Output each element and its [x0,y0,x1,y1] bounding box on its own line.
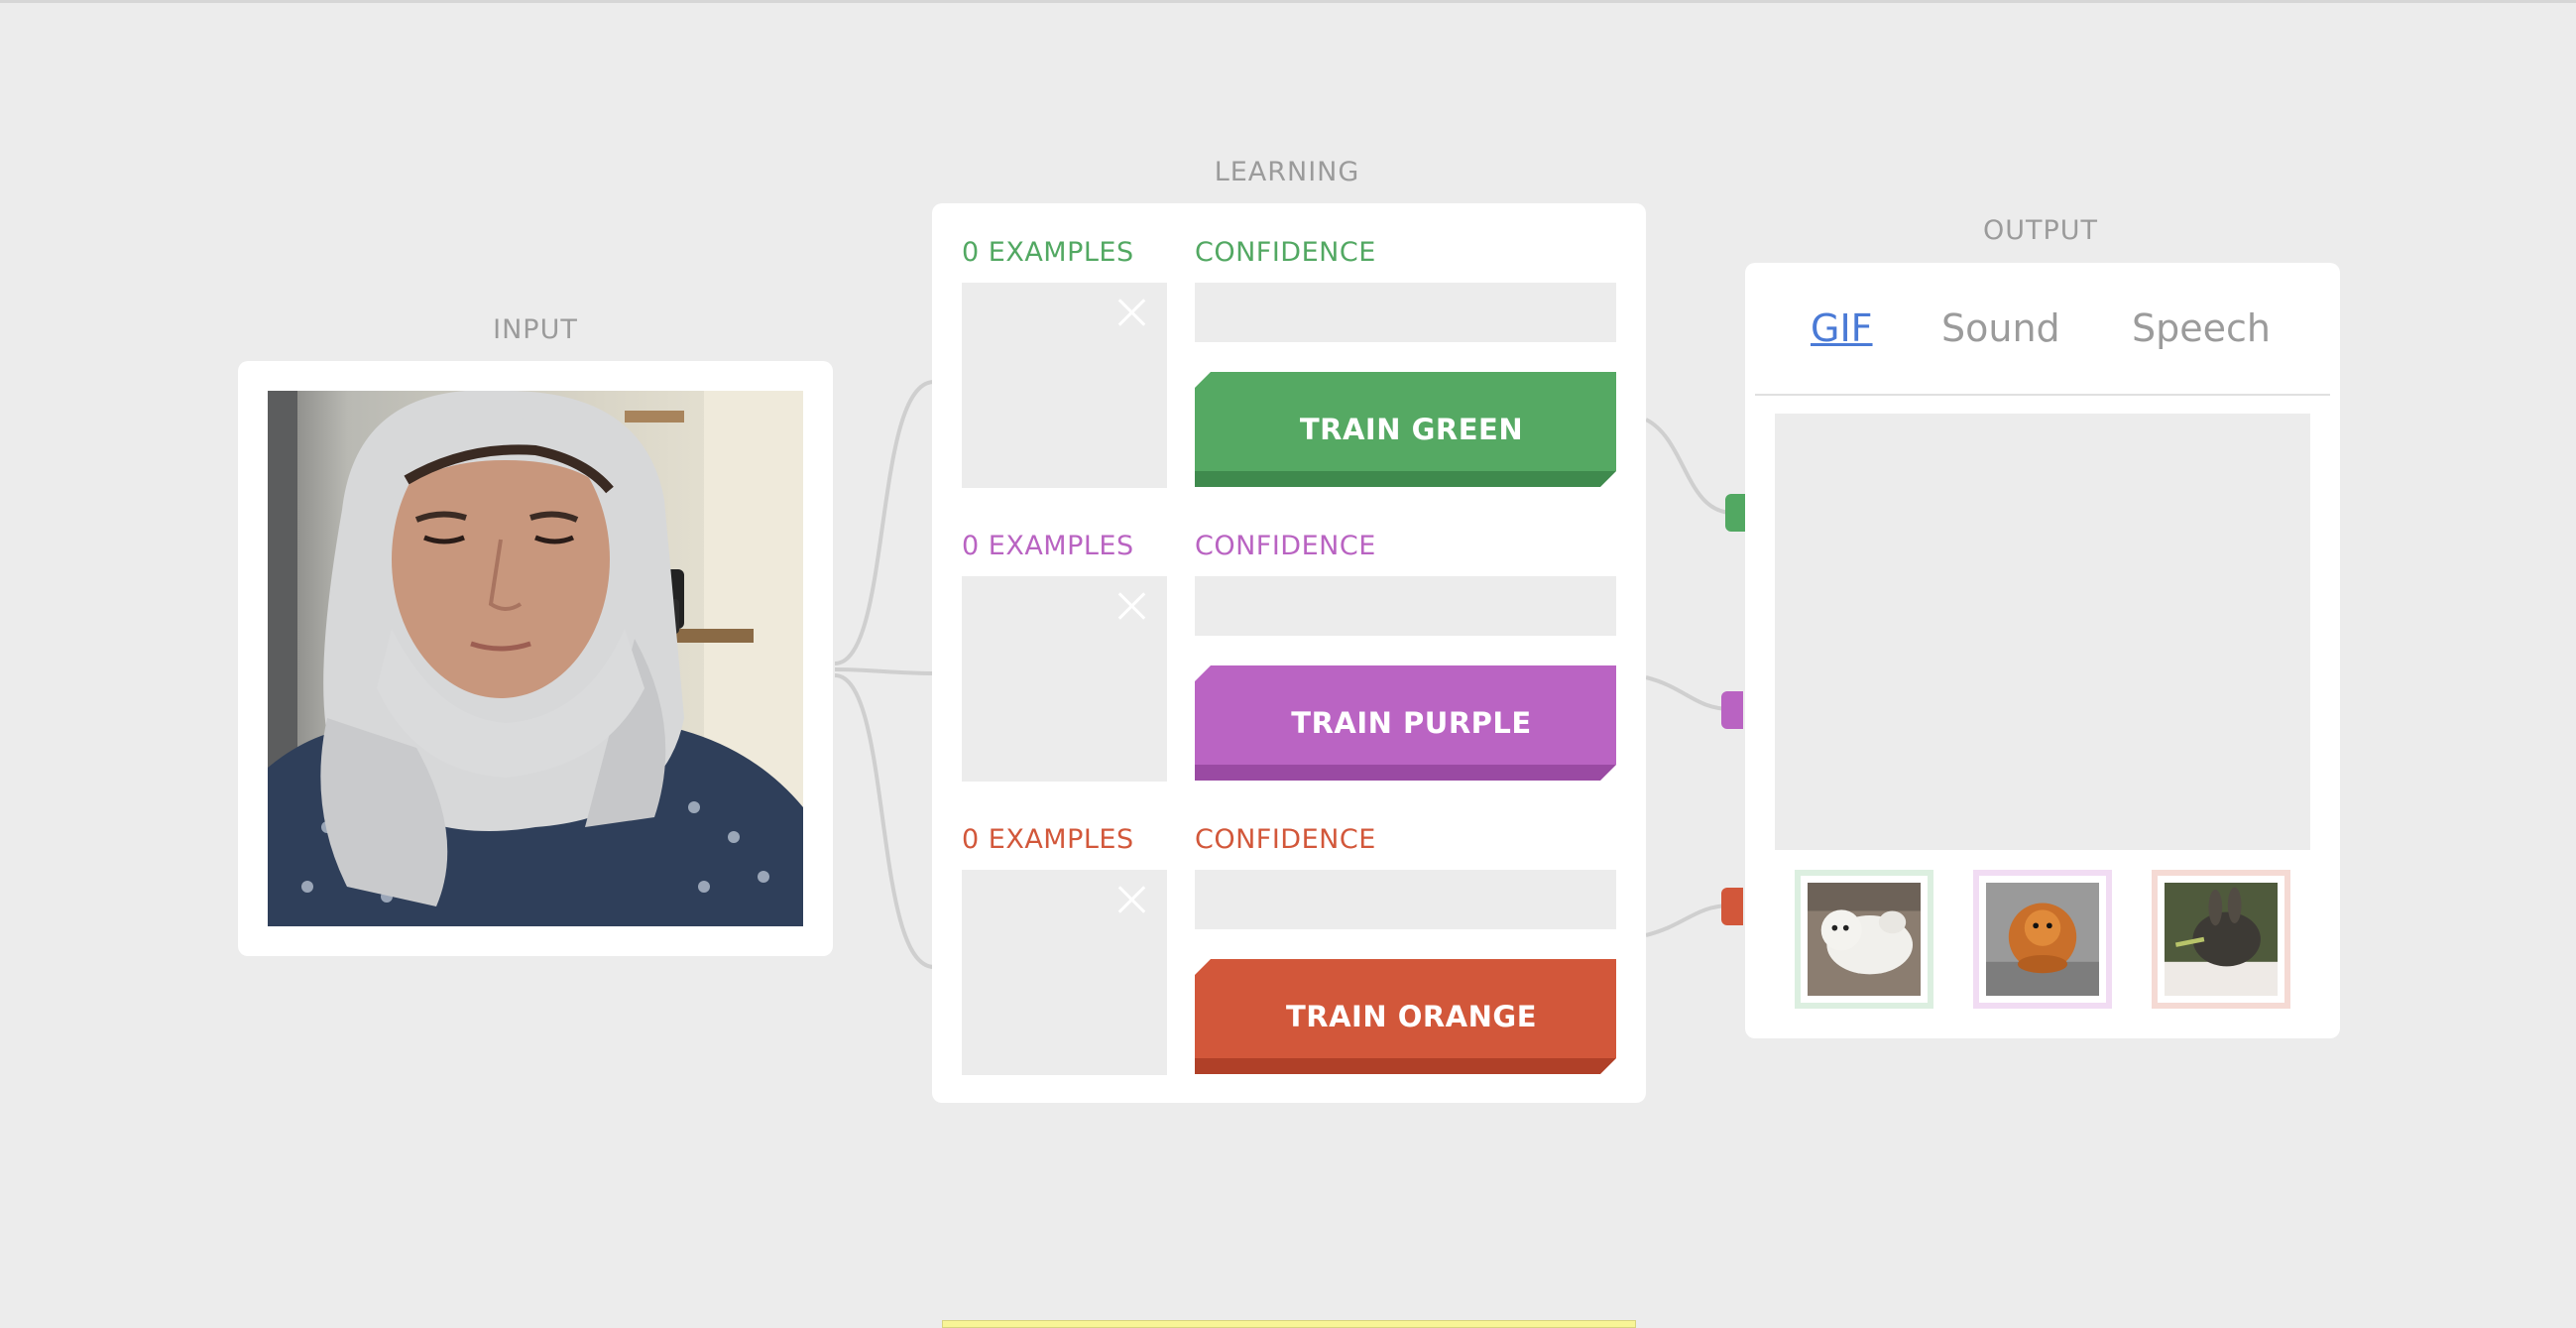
clear-examples-icon[interactable] [1113,295,1149,330]
gif-thumbnail-green[interactable] [1795,870,1933,1009]
confidence-label: CONFIDENCE [1195,531,1376,561]
orange-dog-image [1986,883,2099,996]
learning-panel: 0 EXAMPLES CONFIDENCE TRAIN GREEN 0 EXAM… [932,203,1646,1103]
output-title: OUTPUT [1982,215,2099,246]
bottom-notification-bar [942,1320,1636,1328]
learning-title: LEARNING [1214,157,1360,187]
gif-thumbnail-orange[interactable] [2152,870,2290,1009]
class-row-orange: 0 EXAMPLES CONFIDENCE TRAIN ORANGE [932,790,1646,1084]
input-title: INPUT [493,314,578,345]
output-panel: GIF Sound Speech [1745,263,2340,1038]
train-orange-button[interactable]: TRAIN ORANGE [1195,959,1616,1074]
class-row-purple: 0 EXAMPLES CONFIDENCE TRAIN PURPLE [932,497,1646,790]
tab-gif[interactable]: GIF [1811,306,1873,350]
confidence-label: CONFIDENCE [1195,824,1376,855]
class-row-green: 0 EXAMPLES CONFIDENCE TRAIN GREEN [932,203,1646,497]
confidence-label: CONFIDENCE [1195,237,1376,268]
webcam-feed [268,391,803,926]
examples-preview [962,870,1167,1075]
output-tabs: GIF Sound Speech [1755,263,2330,396]
examples-count: 0 EXAMPLES [962,237,1134,268]
tab-sound[interactable]: Sound [1941,306,2060,350]
orange-connector [1721,888,1743,925]
examples-count: 0 EXAMPLES [962,824,1134,855]
clear-examples-icon[interactable] [1113,882,1149,917]
rabbit-image [2165,883,2278,996]
clear-examples-icon[interactable] [1113,588,1149,624]
train-green-button[interactable]: TRAIN GREEN [1195,372,1616,487]
train-purple-button[interactable]: TRAIN PURPLE [1195,665,1616,781]
gif-display [1775,414,2310,850]
confidence-bar [1195,576,1616,636]
examples-preview [962,283,1167,488]
examples-preview [962,576,1167,782]
tab-speech[interactable]: Speech [2132,306,2271,350]
confidence-bar [1195,870,1616,929]
examples-count: 0 EXAMPLES [962,531,1134,561]
white-dog-image [1808,883,1921,996]
purple-connector [1721,691,1743,729]
confidence-bar [1195,283,1616,342]
input-panel [238,361,833,956]
green-connector [1725,494,1747,532]
gif-thumbnail-purple[interactable] [1973,870,2112,1009]
